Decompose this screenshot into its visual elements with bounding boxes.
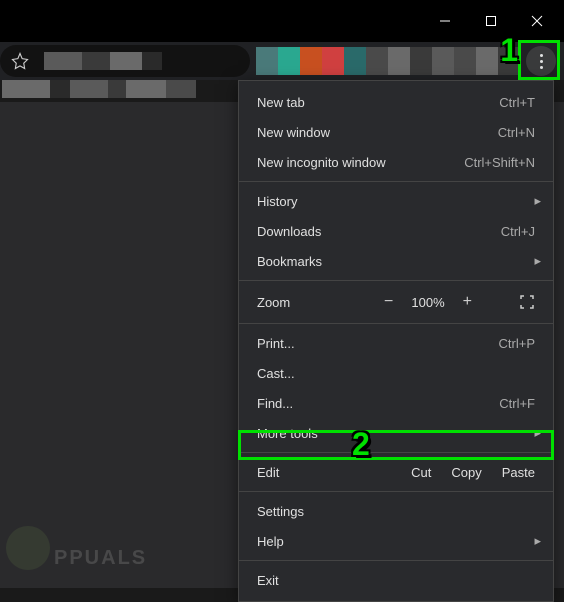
edit-label: Edit: [257, 465, 337, 480]
menu-label: Settings: [257, 504, 535, 519]
menu-shortcut: Ctrl+J: [501, 224, 535, 239]
menu-label: Downloads: [257, 224, 501, 239]
zoom-value: 100%: [411, 295, 444, 310]
edit-copy-button[interactable]: Copy: [451, 465, 481, 480]
annotation-step-1: 1: [500, 32, 518, 69]
chevron-right-icon: ▸: [534, 193, 541, 209]
menu-edit-row: Edit Cut Copy Paste: [239, 457, 553, 487]
menu-label: More tools: [257, 426, 535, 441]
menu-separator: [239, 181, 553, 182]
window-titlebar: [0, 0, 564, 42]
watermark: PPUALS: [6, 526, 147, 570]
menu-separator: [239, 560, 553, 561]
address-blur: [44, 52, 250, 70]
menu-separator: [239, 491, 553, 492]
menu-history[interactable]: History ▸: [239, 186, 553, 216]
menu-new-incognito[interactable]: New incognito window Ctrl+Shift+N: [239, 147, 553, 177]
browser-toolbar: [0, 42, 564, 80]
fullscreen-icon[interactable]: [519, 294, 535, 310]
menu-shortcut: Ctrl+F: [499, 396, 535, 411]
minimize-button[interactable]: [422, 0, 468, 42]
chevron-right-icon: ▸: [534, 533, 541, 549]
extension-icon[interactable]: [256, 47, 278, 75]
zoom-in-button[interactable]: +: [463, 293, 472, 311]
chrome-menu-button[interactable]: [522, 43, 560, 79]
menu-separator: [239, 280, 553, 281]
extension-icon[interactable]: [322, 47, 344, 75]
menu-label: New incognito window: [257, 155, 464, 170]
extension-icon[interactable]: [366, 47, 388, 75]
watermark-icon: [6, 526, 50, 570]
menu-print[interactable]: Print... Ctrl+P: [239, 328, 553, 358]
chevron-right-icon: ▸: [534, 253, 541, 269]
chrome-menu: New tab Ctrl+T New window Ctrl+N New inc…: [238, 80, 554, 602]
extension-icon[interactable]: [300, 47, 322, 75]
extension-icon[interactable]: [278, 47, 300, 75]
menu-separator: [239, 323, 553, 324]
extension-icon[interactable]: [476, 47, 498, 75]
address-bar[interactable]: [0, 45, 250, 77]
menu-find[interactable]: Find... Ctrl+F: [239, 388, 553, 418]
menu-label: Find...: [257, 396, 499, 411]
menu-shortcut: Ctrl+N: [498, 125, 535, 140]
menu-cast[interactable]: Cast...: [239, 358, 553, 388]
zoom-label: Zoom: [257, 295, 337, 310]
close-button[interactable]: [514, 0, 560, 42]
extension-icon[interactable]: [388, 47, 410, 75]
menu-settings[interactable]: Settings: [239, 496, 553, 526]
zoom-out-button[interactable]: −: [384, 293, 393, 311]
menu-downloads[interactable]: Downloads Ctrl+J: [239, 216, 553, 246]
menu-help[interactable]: Help ▸: [239, 526, 553, 556]
menu-new-tab[interactable]: New tab Ctrl+T: [239, 87, 553, 117]
extension-icon[interactable]: [344, 47, 366, 75]
chevron-right-icon: ▸: [534, 425, 541, 441]
menu-label: Bookmarks: [257, 254, 535, 269]
menu-label: Cast...: [257, 366, 535, 381]
menu-new-window[interactable]: New window Ctrl+N: [239, 117, 553, 147]
menu-bookmarks[interactable]: Bookmarks ▸: [239, 246, 553, 276]
menu-label: Exit: [257, 573, 535, 588]
menu-shortcut: Ctrl+Shift+N: [464, 155, 535, 170]
annotation-step-2: 2: [352, 426, 370, 463]
menu-label: New window: [257, 125, 498, 140]
edit-paste-button[interactable]: Paste: [502, 465, 535, 480]
watermark-text: PPUALS: [54, 547, 147, 570]
extension-icons: [256, 47, 520, 75]
extension-icon[interactable]: [454, 47, 476, 75]
menu-shortcut: Ctrl+P: [499, 336, 535, 351]
menu-exit[interactable]: Exit: [239, 565, 553, 595]
extension-icon[interactable]: [432, 47, 454, 75]
menu-label: New tab: [257, 95, 499, 110]
menu-zoom-row: Zoom − 100% +: [239, 285, 553, 319]
menu-label: Print...: [257, 336, 499, 351]
menu-shortcut: Ctrl+T: [499, 95, 535, 110]
menu-label: Help: [257, 534, 535, 549]
extension-icon[interactable]: [410, 47, 432, 75]
menu-more-tools[interactable]: More tools ▸: [239, 418, 553, 448]
bookmark-star-icon[interactable]: [4, 45, 36, 77]
menu-separator: [239, 452, 553, 453]
edit-cut-button[interactable]: Cut: [411, 465, 431, 480]
menu-label: History: [257, 194, 535, 209]
